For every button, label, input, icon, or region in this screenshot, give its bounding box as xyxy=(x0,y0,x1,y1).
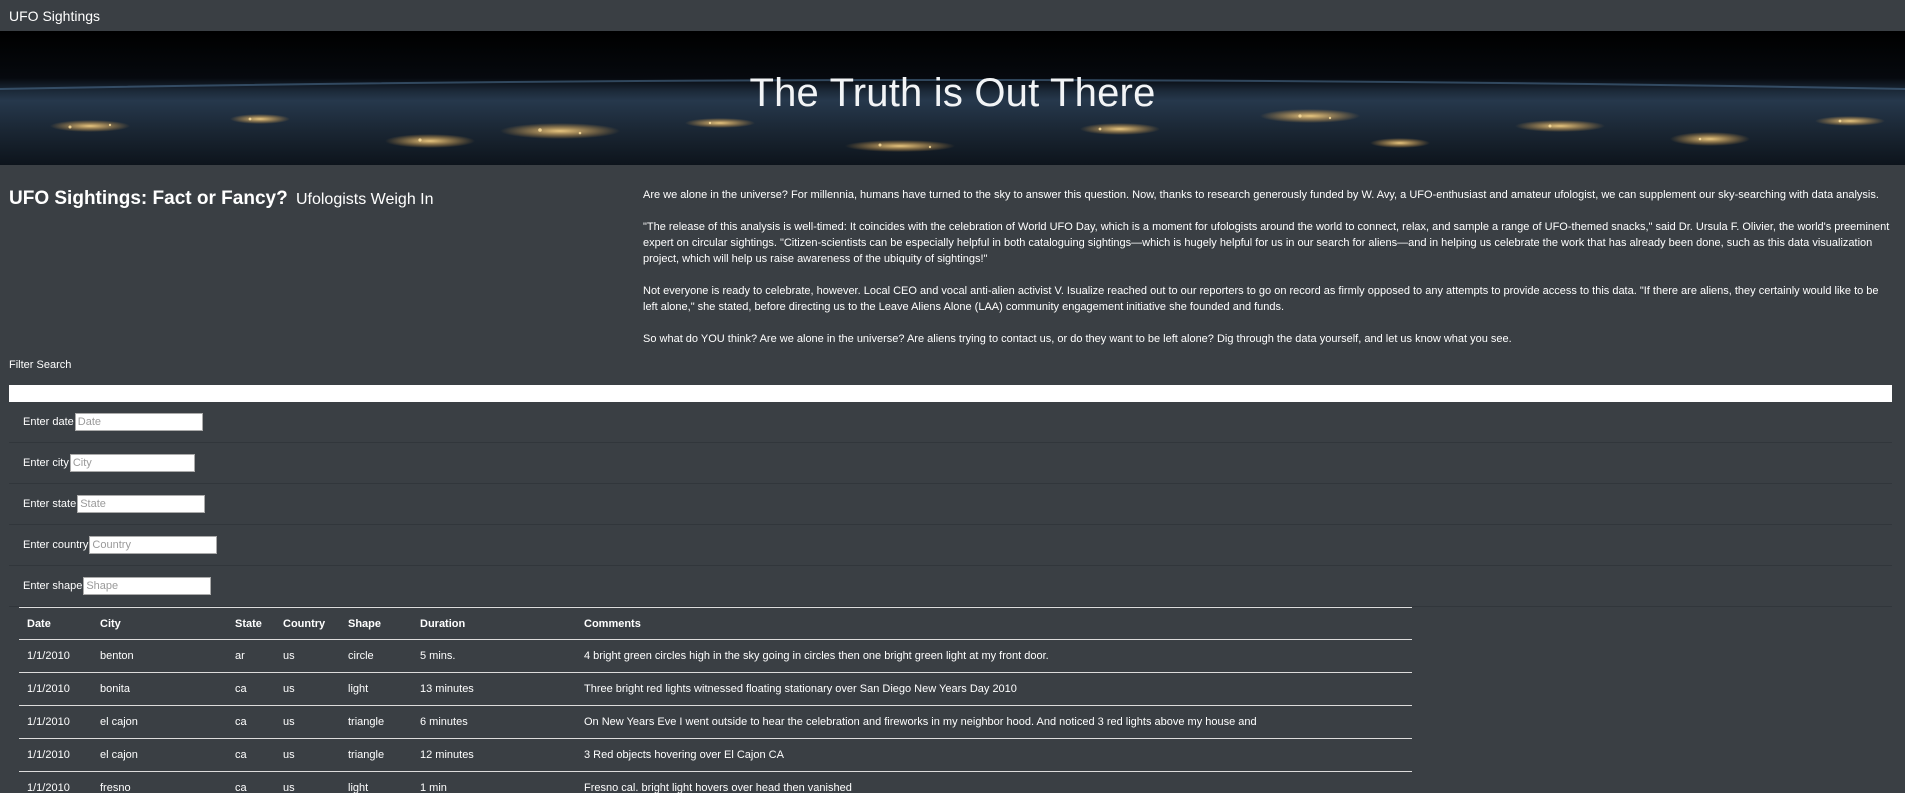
table-row: 1/1/2010 fresno ca us light 1 min Fresno… xyxy=(19,771,1412,793)
filter-row-state: Enter state xyxy=(9,484,1892,525)
column-header-date: Date xyxy=(19,607,92,640)
cell-shape: circle xyxy=(340,639,412,673)
cell-city: bonita xyxy=(92,672,227,706)
cell-shape: light xyxy=(340,771,412,793)
navbar-brand[interactable]: UFO Sightings xyxy=(9,8,100,24)
cell-duration: 1 min xyxy=(412,771,576,793)
cell-date: 1/1/2010 xyxy=(19,771,92,793)
cell-comments: 3 Red objects hovering over El Cajon CA xyxy=(576,738,1412,772)
intro-title: UFO Sightings: Fact or Fancy? xyxy=(9,188,288,209)
column-header-country: Country xyxy=(275,607,340,640)
cell-state: ca xyxy=(227,672,275,706)
cell-city: fresno xyxy=(92,771,227,793)
article-paragraph: So what do YOU think? Are we alone in th… xyxy=(643,333,1512,345)
cell-shape: triangle xyxy=(340,738,412,772)
state-filter-label: Enter state xyxy=(23,498,77,510)
filter-header-bar xyxy=(9,385,1892,402)
cell-state: ca xyxy=(227,738,275,772)
cell-state: ar xyxy=(227,639,275,673)
table-row: 1/1/2010 el cajon ca us triangle 12 minu… xyxy=(19,738,1412,772)
country-filter-label: Enter country xyxy=(23,539,89,551)
table-row: 1/1/2010 bonita ca us light 13 minutes T… xyxy=(19,672,1412,706)
filter-row-shape: Enter shape xyxy=(9,566,1892,607)
hero-title: The Truth is Out There xyxy=(749,71,1156,115)
cell-date: 1/1/2010 xyxy=(19,639,92,673)
cell-duration: 5 mins. xyxy=(412,639,576,673)
cell-date: 1/1/2010 xyxy=(19,705,92,739)
state-filter-input[interactable] xyxy=(77,495,206,513)
cell-comments: Fresno cal. bright light hovers over hea… xyxy=(576,771,1412,793)
cell-country: us xyxy=(275,705,340,739)
column-header-comments: Comments xyxy=(576,607,1412,640)
cell-date: 1/1/2010 xyxy=(19,738,92,772)
cell-duration: 13 minutes xyxy=(412,672,576,706)
cell-city: benton xyxy=(92,639,227,673)
cell-duration: 6 minutes xyxy=(412,705,576,739)
article-body: Are we alone in the universe? For millen… xyxy=(643,187,1893,363)
table-header-row: Date City State Country Shape Duration C… xyxy=(19,607,1412,640)
article-paragraph: Are we alone in the universe? For millen… xyxy=(643,189,1879,201)
date-filter-input[interactable] xyxy=(74,413,203,431)
country-filter-input[interactable] xyxy=(89,536,218,554)
cell-country: us xyxy=(275,672,340,706)
cell-country: us xyxy=(275,639,340,673)
cell-comments: On New Years Eve I went outside to hear … xyxy=(576,705,1412,739)
intro-subtitle: Ufologists Weigh In xyxy=(295,191,434,208)
filter-search-title: Filter Search xyxy=(9,359,72,371)
column-header-state: State xyxy=(227,607,275,640)
cell-shape: triangle xyxy=(340,705,412,739)
column-header-duration: Duration xyxy=(412,607,576,640)
cell-duration: 12 minutes xyxy=(412,738,576,772)
city-filter-label: Enter city xyxy=(23,457,69,469)
column-header-city: City xyxy=(92,607,227,640)
filter-row-city: Enter city xyxy=(9,443,1892,484)
cell-date: 1/1/2010 xyxy=(19,672,92,706)
sightings-table: Date City State Country Shape Duration C… xyxy=(19,607,1412,793)
filter-list: Enter date Enter city Enter state Enter … xyxy=(9,402,1892,607)
article-paragraph: "The release of this analysis is well-ti… xyxy=(643,221,1890,265)
filter-row-date: Enter date xyxy=(9,402,1892,443)
table-row: 1/1/2010 benton ar us circle 5 mins. 4 b… xyxy=(19,639,1412,673)
date-filter-label: Enter date xyxy=(23,416,74,428)
article-paragraph: Not everyone is ready to celebrate, howe… xyxy=(643,285,1879,313)
navbar: UFO Sightings xyxy=(0,0,1905,31)
cell-comments: 4 bright green circles high in the sky g… xyxy=(576,639,1412,673)
intro-heading: UFO Sightings: Fact or Fancy? Ufologists… xyxy=(9,188,434,210)
shape-filter-input[interactable] xyxy=(83,577,212,595)
table-row: 1/1/2010 el cajon ca us triangle 6 minut… xyxy=(19,705,1412,739)
cell-city: el cajon xyxy=(92,705,227,739)
shape-filter-label: Enter shape xyxy=(23,580,83,592)
cell-country: us xyxy=(275,738,340,772)
column-header-shape: Shape xyxy=(340,607,412,640)
filter-row-country: Enter country xyxy=(9,525,1892,566)
cell-country: us xyxy=(275,771,340,793)
city-filter-input[interactable] xyxy=(69,454,195,472)
hero-banner: The Truth is Out There xyxy=(0,31,1905,165)
cell-comments: Three bright red lights witnessed floati… xyxy=(576,672,1412,706)
cell-city: el cajon xyxy=(92,738,227,772)
cell-shape: light xyxy=(340,672,412,706)
cell-state: ca xyxy=(227,771,275,793)
cell-state: ca xyxy=(227,705,275,739)
